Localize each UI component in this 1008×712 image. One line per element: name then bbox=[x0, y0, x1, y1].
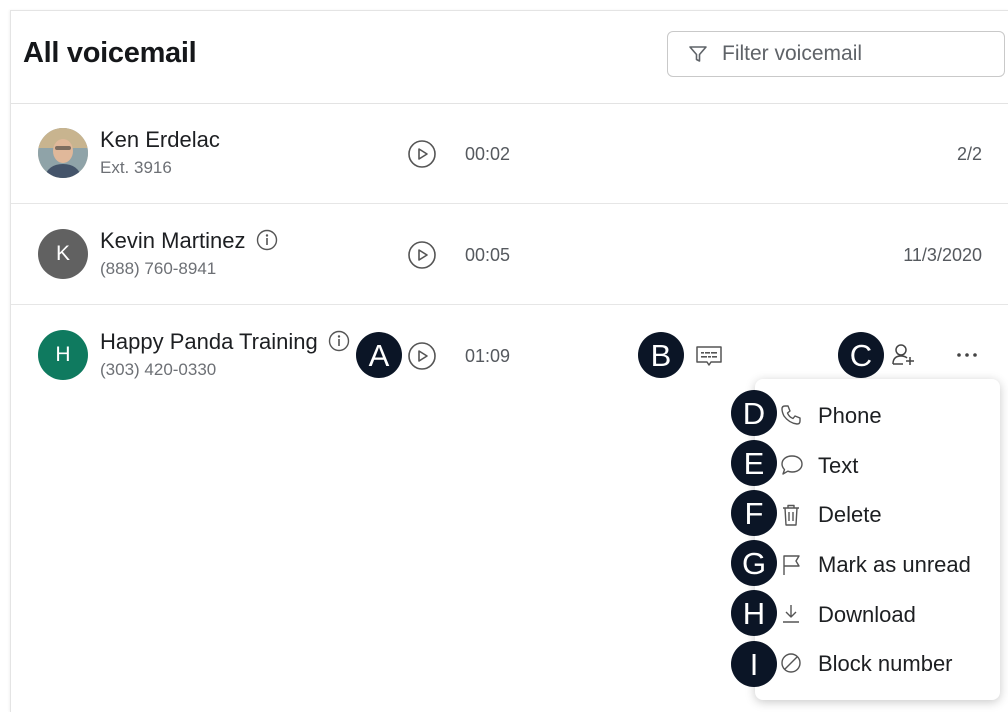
play-button[interactable] bbox=[407, 139, 437, 174]
chat-bubble-icon bbox=[780, 454, 804, 481]
callout-badge-a: A bbox=[356, 332, 402, 378]
avatar-letter: H bbox=[55, 343, 71, 366]
menu-item-label: Delete bbox=[818, 502, 882, 527]
menu-item-text[interactable]: Text bbox=[755, 441, 1000, 489]
transcript-button[interactable] bbox=[695, 345, 723, 374]
menu-item-label: Text bbox=[818, 453, 859, 478]
callout-badge-c: C bbox=[838, 332, 884, 378]
callout-badge-f: F bbox=[731, 490, 777, 536]
duration: 00:02 bbox=[465, 144, 511, 164]
play-button[interactable] bbox=[407, 240, 437, 275]
more-horizontal-icon bbox=[957, 353, 977, 357]
play-button[interactable] bbox=[407, 341, 437, 376]
block-icon bbox=[780, 652, 802, 679]
callout-badge-i: I bbox=[731, 641, 777, 687]
contact-extension: Ext. 3916 bbox=[100, 158, 172, 177]
filter-field[interactable] bbox=[667, 31, 1005, 77]
more-options-menu: Phone Text Delete Mark as unread Downloa… bbox=[755, 379, 1000, 700]
menu-item-mark-unread[interactable]: Mark as unread bbox=[755, 540, 1000, 588]
contact-name-wrap: Kevin Martinez bbox=[100, 228, 278, 257]
add-contact-button[interactable] bbox=[891, 342, 917, 373]
contact-phone: (303) 420-0330 bbox=[100, 360, 217, 379]
menu-item-label: Block number bbox=[818, 651, 953, 676]
flag-icon bbox=[780, 553, 802, 582]
duration: 01:09 bbox=[465, 346, 511, 366]
avatar: H bbox=[38, 330, 88, 380]
avatar-letter: K bbox=[55, 242, 70, 265]
callout-badge-e: E bbox=[731, 440, 777, 486]
play-icon bbox=[408, 342, 436, 370]
voicemail-row[interactable]: K Kevin Martinez (888) 760-8941 00:05 11… bbox=[11, 204, 1008, 305]
date: 2/2 bbox=[956, 144, 982, 164]
avatar: K bbox=[38, 229, 88, 279]
menu-item-block-number[interactable]: Block number bbox=[755, 639, 1000, 687]
contact-name: Ken Erdelac bbox=[100, 127, 220, 152]
contact-name-wrap: Happy Panda Training bbox=[100, 329, 350, 358]
callout-badge-b: B bbox=[638, 332, 684, 378]
duration: 00:05 bbox=[465, 245, 511, 265]
callout-badge-h: H bbox=[731, 590, 777, 636]
contact-name: Happy Panda Training bbox=[100, 329, 318, 354]
add-contact-icon bbox=[892, 344, 914, 365]
trash-icon bbox=[780, 503, 802, 532]
play-icon bbox=[408, 140, 436, 168]
menu-item-download[interactable]: Download bbox=[755, 590, 1000, 638]
filter-icon bbox=[689, 46, 707, 62]
info-icon[interactable] bbox=[256, 229, 278, 257]
menu-item-phone[interactable]: Phone bbox=[755, 391, 1000, 439]
avatar bbox=[38, 128, 88, 178]
phone-icon bbox=[780, 404, 802, 431]
menu-item-label: Mark as unread bbox=[818, 552, 971, 577]
contact-name: Kevin Martinez bbox=[100, 228, 246, 253]
info-icon[interactable] bbox=[328, 330, 350, 358]
header: All voicemail bbox=[11, 11, 1008, 104]
more-options-button[interactable] bbox=[955, 345, 979, 370]
contact-phone: (888) 760-8941 bbox=[100, 259, 217, 278]
avatar-photo bbox=[38, 128, 88, 178]
voicemail-row[interactable]: Ken Erdelac Ext. 3916 00:02 2/2 bbox=[11, 103, 1008, 204]
callout-badge-g: G bbox=[731, 540, 777, 586]
menu-item-delete[interactable]: Delete bbox=[755, 490, 1000, 538]
download-icon bbox=[780, 603, 802, 630]
transcript-icon bbox=[696, 346, 722, 366]
page-title: All voicemail bbox=[23, 37, 197, 69]
menu-item-label: Phone bbox=[818, 403, 882, 428]
menu-item-label: Download bbox=[818, 602, 916, 627]
callout-badge-d: D bbox=[731, 390, 777, 436]
play-icon bbox=[408, 241, 436, 269]
filter-input[interactable] bbox=[720, 41, 984, 67]
date: 11/3/2020 bbox=[903, 245, 982, 265]
